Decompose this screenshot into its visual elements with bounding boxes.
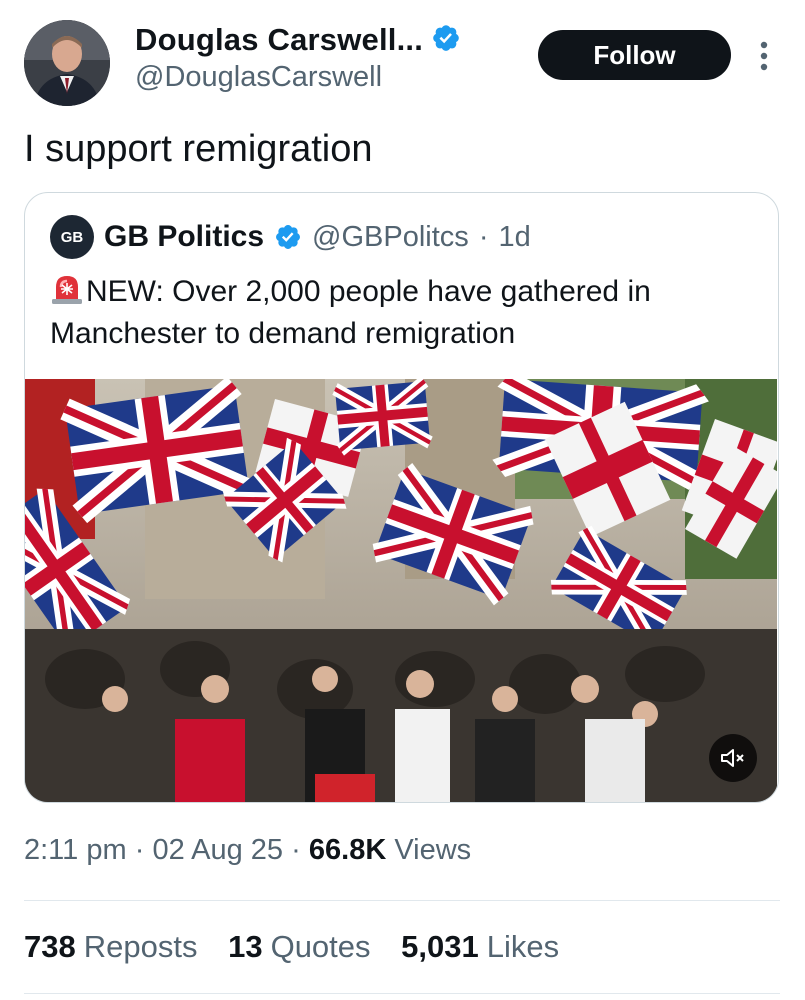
reposts-stat[interactable]: 738 Reposts — [24, 929, 206, 964]
tweet-time[interactable]: 2:11 pm — [24, 834, 127, 866]
divider — [24, 900, 780, 901]
engagement-stats: 738 Reposts 13 Quotes 5,031 Likes — [24, 929, 581, 965]
meta-separator: · — [291, 834, 301, 866]
author-avatar[interactable] — [24, 20, 110, 106]
quoted-author-handle: @GBPolitcs — [312, 220, 469, 253]
quoted-timestamp: 1d — [498, 220, 531, 253]
quoted-tweet-text: NEW: Over 2,000 people have gathered in … — [50, 271, 760, 355]
quoted-tweet-header: GB GB Politics @GBPolitcs · 1d — [50, 215, 531, 259]
views-count: 66.8K — [308, 834, 387, 866]
siren-icon — [50, 273, 84, 305]
quotes-stat[interactable]: 13 Quotes — [228, 929, 379, 964]
likes-stat[interactable]: 5,031 Likes — [401, 929, 559, 964]
author-info: Douglas Carswell... @DouglasCarswell — [135, 22, 461, 94]
author-display-name[interactable]: Douglas Carswell... — [135, 22, 423, 58]
follow-button[interactable]: Follow — [538, 30, 731, 80]
quoted-tweet-card[interactable]: GB GB Politics @GBPolitcs · 1d NEW: Over… — [24, 192, 779, 803]
quoted-separator: · — [478, 220, 489, 253]
quoted-tweet-body: NEW: Over 2,000 people have gathered in … — [50, 275, 651, 350]
author-handle[interactable]: @DouglasCarswell — [135, 61, 461, 94]
quotes-label: Quotes — [270, 929, 371, 964]
video-player[interactable] — [25, 379, 777, 802]
likes-count: 5,031 — [401, 929, 479, 964]
views-label: Views — [394, 834, 472, 866]
quoted-author-name: GB Politics — [104, 220, 265, 253]
meta-separator: · — [134, 834, 145, 866]
reposts-count: 738 — [24, 929, 76, 964]
reposts-label: Reposts — [83, 929, 198, 964]
tweet-date[interactable]: 02 Aug 25 — [152, 834, 283, 866]
verified-badge-icon — [431, 23, 461, 58]
tweet-meta: 2:11 pm · 02 Aug 25 · 66.8K Views — [24, 834, 471, 867]
quotes-count: 13 — [228, 929, 263, 964]
mute-toggle-icon[interactable] — [709, 734, 757, 782]
more-options-icon[interactable] — [754, 36, 774, 76]
tweet-text: I support remigration — [24, 128, 373, 170]
tweet-header: Douglas Carswell... @DouglasCarswell Fol… — [24, 20, 784, 110]
likes-label: Likes — [486, 929, 560, 964]
quoted-verified-badge-icon — [274, 223, 302, 252]
quoted-author-avatar: GB — [50, 215, 94, 259]
divider — [24, 993, 780, 994]
